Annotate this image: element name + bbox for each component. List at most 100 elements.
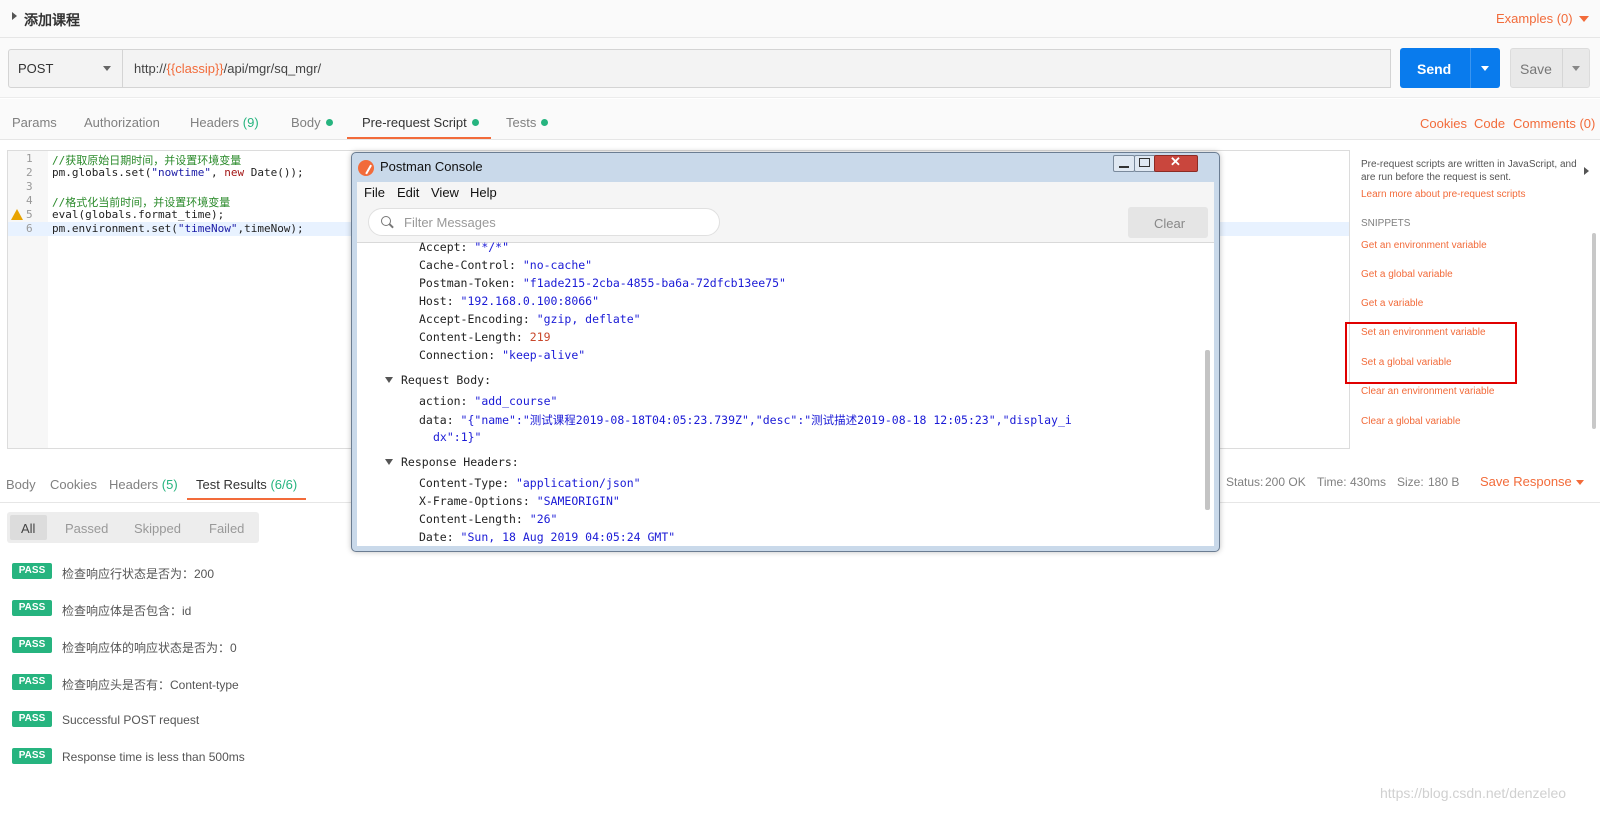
time-label: Time: — [1317, 475, 1347, 489]
log-value: "f1ade215-2cba-4855-ba6a-72dfcb13ee75" — [522, 276, 786, 290]
console-scrollbar[interactable] — [1205, 350, 1210, 510]
tab-tests[interactable]: Tests — [506, 115, 549, 130]
pass-badge: PASS — [12, 711, 52, 727]
log-key: Content-Type: — [419, 476, 516, 490]
tab-test-results-count: (6/6) — [270, 477, 298, 492]
method-value: POST — [18, 61, 54, 76]
snippet-item[interactable]: Clear a global variable — [1361, 416, 1461, 427]
expand-triangle-icon[interactable] — [385, 377, 393, 383]
snippet-item[interactable]: Clear an environment variable — [1361, 386, 1494, 397]
tab-headers-count: (9) — [242, 115, 259, 130]
filter-passed[interactable]: Passed — [65, 521, 108, 536]
log-key: Content-Length: — [419, 512, 530, 526]
menu-file[interactable]: File — [364, 185, 385, 200]
code-line-5: eval(globals.format_time); — [52, 208, 225, 221]
test-result: Successful POST request — [62, 713, 200, 727]
examples-link[interactable]: Examples (0) — [1496, 11, 1573, 26]
tab-prerequest-script[interactable]: Pre-request Script — [362, 115, 479, 130]
chevron-down-icon[interactable] — [1576, 480, 1584, 485]
tab-test-results[interactable]: Test Results (6/6) — [196, 477, 297, 492]
tab-response-body[interactable]: Body — [6, 477, 36, 492]
log-header: Cache-Control: "no-cache" — [419, 258, 592, 272]
pass-badge: PASS — [12, 563, 52, 579]
menu-edit[interactable]: Edit — [397, 185, 419, 200]
menu-help[interactable]: Help — [470, 185, 497, 200]
code-link[interactable]: Code — [1474, 116, 1505, 131]
maximize-icon — [1139, 158, 1150, 167]
log-value: 219 — [529, 330, 551, 344]
collapse-pane-icon[interactable] — [1584, 167, 1589, 175]
send-options-chevron-icon[interactable] — [1481, 66, 1489, 71]
log-header: Connection: "keep-alive" — [419, 348, 585, 362]
log-header: Content-Type: "application/json" — [419, 476, 641, 490]
active-tab-underline — [347, 137, 491, 139]
pass-badge: PASS — [12, 637, 52, 653]
code-token: ,timeNow); — [237, 222, 304, 235]
log-data: data: "{"name":"测试课程2019-08-18T04:05:23.… — [419, 412, 1072, 428]
tab-body[interactable]: Body — [291, 115, 333, 130]
log-value: "application/json" — [515, 476, 641, 490]
tab-response-cookies[interactable]: Cookies — [50, 477, 97, 492]
highlight-box — [1345, 322, 1517, 384]
log-key: Date: — [419, 530, 461, 544]
send-button-label[interactable]: Send — [1417, 61, 1451, 77]
status-dot-icon — [325, 119, 333, 126]
collapse-caret-icon[interactable] — [12, 12, 17, 20]
chevron-down-icon[interactable] — [1579, 16, 1589, 22]
snippet-item[interactable]: Get a variable — [1361, 298, 1423, 309]
line-number: 6 — [26, 222, 33, 235]
test-result: 检查响应体是否包含：id — [62, 604, 192, 618]
log-data-cont: dx":1}" — [433, 430, 482, 444]
tab-headers[interactable]: Headers (9) — [190, 115, 259, 130]
log-header: Accept-Encoding: "gzip, deflate" — [419, 312, 641, 326]
learn-more-link[interactable]: Learn more about pre-request scripts — [1361, 189, 1526, 200]
snippet-item[interactable]: Get an environment variable — [1361, 240, 1487, 251]
log-key: Host: — [419, 294, 461, 308]
snippets-scrollbar[interactable] — [1592, 233, 1596, 429]
request-title[interactable]: 添加课程 — [24, 10, 80, 30]
save-response-button[interactable]: Save Response — [1480, 474, 1572, 489]
watermark: https://blog.csdn.net/denzeleo — [1380, 785, 1567, 801]
line-number: 2 — [26, 166, 33, 179]
url-suffix: /api/mgr/sq_mgr/ — [223, 61, 322, 76]
filter-failed[interactable]: Failed — [209, 521, 244, 536]
tab-authorization[interactable]: Authorization — [84, 115, 160, 130]
log-header: Content-Length: "26" — [419, 512, 557, 526]
filter-skipped[interactable]: Skipped — [134, 521, 181, 536]
clear-button-label[interactable]: Clear — [1154, 216, 1185, 231]
title-bar — [0, 0, 1600, 38]
code-keyword: new — [224, 166, 245, 179]
log-header: Content-Length: 219 — [419, 330, 551, 344]
save-options-chevron-icon[interactable] — [1572, 66, 1580, 71]
snippets-heading: SNIPPETS — [1361, 218, 1411, 229]
chevron-down-icon — [103, 66, 111, 71]
test-result: Response time is less than 500ms — [62, 750, 245, 764]
cookies-link[interactable]: Cookies — [1420, 116, 1467, 131]
tab-response-headers-label: Headers — [109, 477, 159, 492]
code-token: pm.environment.set( — [52, 222, 178, 235]
log-value: "gzip, deflate" — [536, 312, 641, 326]
menu-view[interactable]: View — [431, 185, 459, 200]
expand-triangle-icon[interactable] — [385, 459, 393, 465]
save-button-label[interactable]: Save — [1520, 61, 1552, 77]
size-label: Size: — [1397, 475, 1424, 489]
log-key: Connection: — [419, 348, 503, 362]
log-key: data: — [419, 413, 461, 427]
log-key: Postman-Token: — [419, 276, 523, 290]
tab-params[interactable]: Params — [12, 115, 57, 130]
warning-icon — [11, 209, 23, 220]
url-variable: {{classip}} — [166, 61, 224, 76]
tab-response-headers[interactable]: Headers (5) — [109, 477, 178, 492]
log-key: Cache-Control: — [419, 258, 523, 272]
log-key: action: — [419, 394, 475, 408]
comments-link[interactable]: Comments (0) — [1513, 116, 1595, 131]
status-label: Status: — [1226, 475, 1264, 489]
code-token: , — [210, 166, 225, 179]
filter-all[interactable]: All — [21, 521, 35, 536]
snippet-item[interactable]: Get a global variable — [1361, 269, 1453, 280]
minimize-button[interactable] — [1113, 155, 1135, 172]
code-token: pm.globals.set( — [52, 166, 152, 179]
line-number: 3 — [26, 180, 33, 193]
active-tab-underline — [187, 498, 306, 500]
log-key: Accept-Encoding: — [419, 312, 537, 326]
